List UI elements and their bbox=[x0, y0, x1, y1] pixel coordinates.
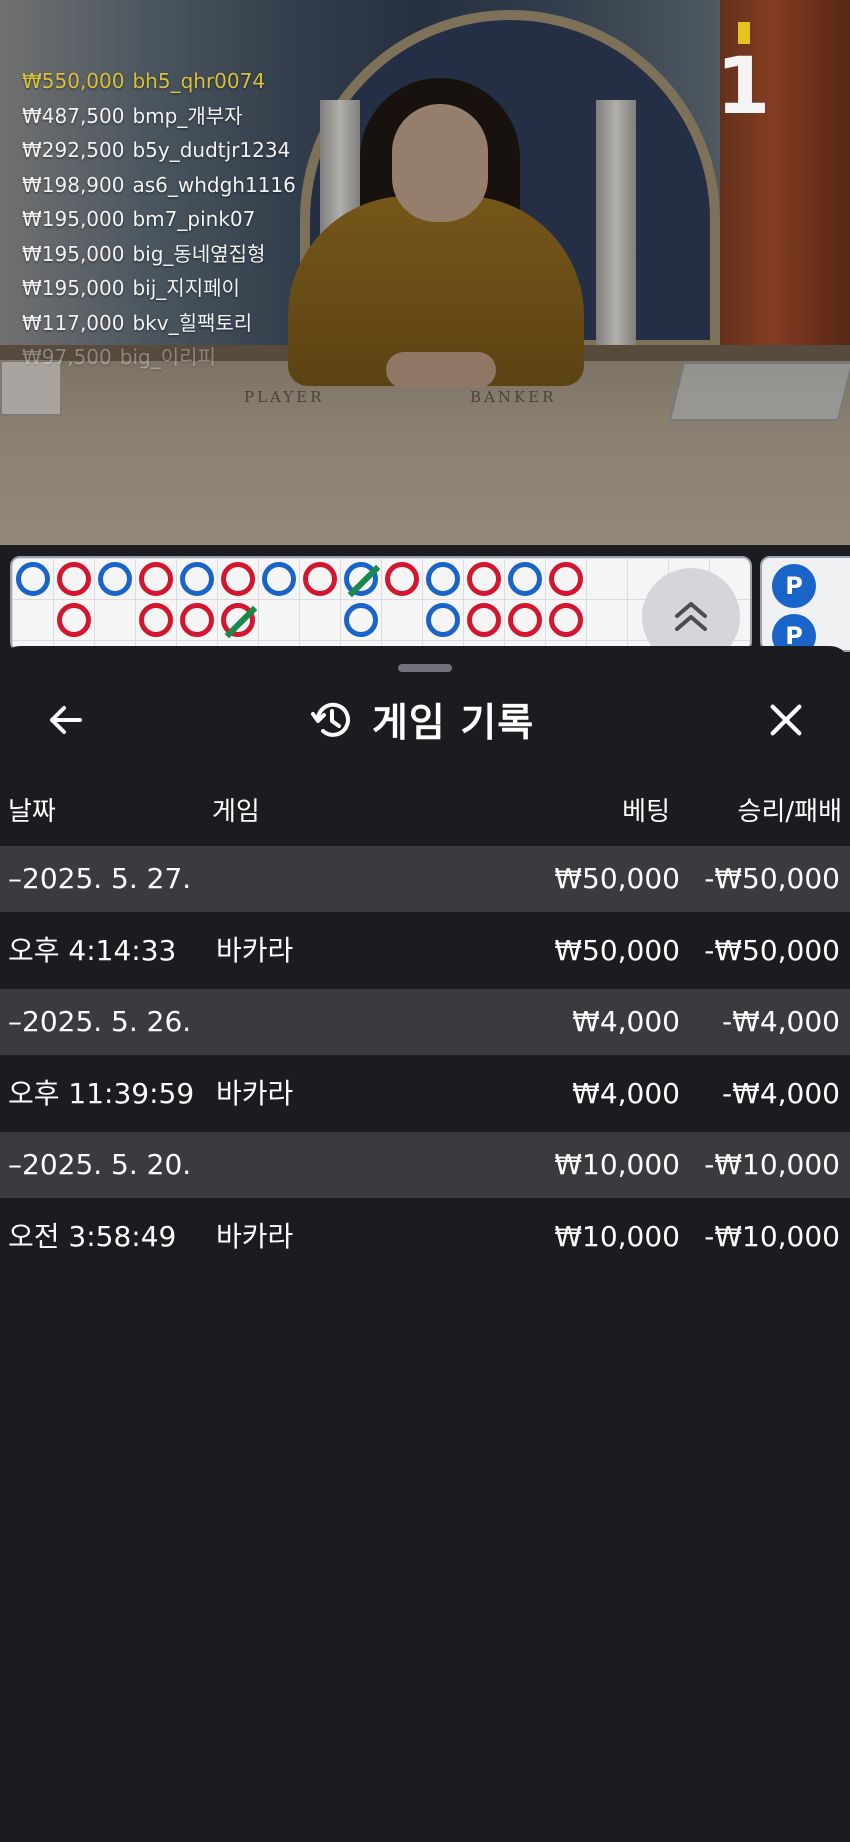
road-cell-banker bbox=[467, 603, 501, 637]
bet-amount: ₩195,000 bbox=[22, 207, 125, 231]
bet-entry: ₩195,000 big_동네옆집형 bbox=[22, 237, 296, 272]
road-cell-banker bbox=[549, 603, 583, 637]
road-cell-player bbox=[16, 562, 50, 596]
row-result: -₩4,000 bbox=[722, 1005, 840, 1038]
row-time: 오후 11:39:59 bbox=[8, 1077, 195, 1110]
road-cell-player bbox=[344, 603, 378, 637]
column-header-date: 날짜 bbox=[8, 797, 56, 827]
road-cell-banker bbox=[139, 603, 173, 637]
row-bet: ₩10,000 bbox=[554, 1220, 680, 1253]
road-cell-banker bbox=[508, 603, 542, 637]
bet-user: b5y_dudtjr1234 bbox=[132, 138, 291, 162]
bet-amount: ₩195,000 bbox=[22, 241, 125, 266]
row-bet: ₩4,000 bbox=[572, 1005, 680, 1038]
bet-user: big_동네옆집형 bbox=[132, 241, 266, 266]
back-button[interactable] bbox=[38, 692, 94, 748]
row-date: –2025. 5. 27. bbox=[8, 862, 192, 895]
bet-entry: ₩198,900 as6_whdgh1116 bbox=[22, 168, 296, 203]
date-group-row[interactable]: –2025. 5. 27. ₩50,000 -₩50,000 bbox=[0, 846, 850, 912]
row-game: 바카라 bbox=[216, 1077, 294, 1110]
bet-user: bh5_qhr0074 bbox=[132, 69, 266, 93]
road-cell-banker bbox=[180, 603, 214, 637]
live-bets-list: ₩550,000 bh5_qhr0074 ₩487,500 bmp_개부자 ₩292… bbox=[22, 64, 296, 375]
road-cell-banker bbox=[221, 603, 255, 637]
road-cell-player bbox=[426, 603, 460, 637]
bet-amount: ₩292,500 bbox=[22, 138, 125, 162]
bet-entry: ₩550,000 bh5_qhr0074 bbox=[22, 64, 296, 99]
live-video-feed: PLAYER BANKER ₩550,000 bh5_qhr0074 ₩487,5… bbox=[0, 0, 850, 545]
date-group-row[interactable]: –2025. 5. 26. ₩4,000 -₩4,000 bbox=[0, 989, 850, 1055]
close-icon bbox=[770, 704, 802, 736]
bet-amount: ₩117,000 bbox=[22, 310, 125, 335]
row-bet: ₩50,000 bbox=[554, 862, 680, 895]
road-cell-banker bbox=[385, 562, 419, 596]
bet-entry: ₩97,500 big_이리피 bbox=[22, 340, 296, 375]
big-road-roadmap[interactable] bbox=[10, 556, 752, 652]
history-entry-row[interactable]: 오후 11:39:59 바카라 ₩4,000 -₩4,000 bbox=[0, 1055, 850, 1132]
bet-amount: ₩195,000 bbox=[22, 276, 125, 300]
bet-amount: ₩198,900 bbox=[22, 172, 125, 197]
row-date: –2025. 5. 26. bbox=[8, 1005, 192, 1038]
row-bet: ₩4,000 bbox=[572, 1077, 680, 1110]
bet-user: bkv_힐팩토리 bbox=[132, 310, 253, 335]
column-header-result: 승리/패배 bbox=[737, 797, 842, 827]
bet-user: bmp_개부자 bbox=[132, 103, 243, 128]
road-cell-player bbox=[426, 562, 460, 596]
bet-entry: ₩195,000 bij_지지페이 bbox=[22, 271, 296, 306]
road-cell-banker bbox=[467, 562, 501, 596]
sheet-drag-handle[interactable] bbox=[398, 664, 452, 672]
row-result: -₩50,000 bbox=[704, 934, 840, 967]
arrow-left-icon bbox=[50, 706, 82, 734]
sheet-header: 게임 기록 bbox=[310, 690, 570, 750]
bead-road[interactable]: P P bbox=[760, 556, 850, 652]
round-number: 1 bbox=[716, 42, 771, 132]
road-cell-banker bbox=[549, 562, 583, 596]
row-bet: ₩50,000 bbox=[554, 934, 680, 967]
road-cell-player bbox=[98, 562, 132, 596]
row-time: 오전 3:58:49 bbox=[8, 1220, 177, 1253]
road-cell-banker bbox=[57, 562, 91, 596]
bet-entry: ₩292,500 b5y_dudtjr1234 bbox=[22, 133, 296, 168]
history-table: –2025. 5. 27. ₩50,000 -₩50,000 오후 4:14:3… bbox=[0, 846, 850, 1275]
road-cell-player bbox=[508, 562, 542, 596]
chevron-double-up-icon bbox=[675, 602, 707, 631]
road-cell-banker bbox=[57, 603, 91, 637]
close-button[interactable] bbox=[758, 692, 814, 748]
history-entry-row[interactable]: 오전 3:58:49 바카라 ₩10,000 -₩10,000 bbox=[0, 1198, 850, 1275]
road-cell-banker bbox=[221, 562, 255, 596]
bet-user: bij_지지페이 bbox=[132, 276, 240, 300]
page-title: 게임 기록 bbox=[372, 701, 535, 746]
round-marker bbox=[738, 22, 750, 44]
bet-entry: ₩487,500 bmp_개부자 bbox=[22, 99, 296, 134]
road-cell-banker bbox=[139, 562, 173, 596]
bet-amount: ₩487,500 bbox=[22, 103, 125, 128]
road-cell-player bbox=[262, 562, 296, 596]
bet-entry: ₩195,000 bm7_pink07 bbox=[22, 202, 296, 237]
bet-entry: ₩117,000 bkv_힐팩토리 bbox=[22, 306, 296, 341]
bet-user: big_이리피 bbox=[119, 345, 216, 369]
row-result: -₩10,000 bbox=[704, 1220, 840, 1253]
row-bet: ₩10,000 bbox=[554, 1148, 680, 1181]
date-group-row[interactable]: –2025. 5. 20. ₩10,000 -₩10,000 bbox=[0, 1132, 850, 1198]
bet-user: as6_whdgh1116 bbox=[132, 172, 296, 197]
row-time: 오후 4:14:33 bbox=[8, 934, 177, 967]
row-game: 바카라 bbox=[216, 934, 294, 967]
game-history-sheet: 게임 기록 날짜 게임 베팅 승리/패배 –2025. 5. 27. ₩50,0… bbox=[0, 646, 850, 1842]
bet-amount: ₩97,500 bbox=[22, 345, 112, 369]
road-cell-player bbox=[344, 562, 378, 596]
road-cell-player bbox=[180, 562, 214, 596]
row-date: –2025. 5. 20. bbox=[8, 1148, 192, 1181]
row-result: -₩10,000 bbox=[704, 1148, 840, 1181]
history-entry-row[interactable]: 오후 4:14:33 바카라 ₩50,000 -₩50,000 bbox=[0, 912, 850, 989]
column-header-game: 게임 bbox=[212, 797, 260, 827]
row-result: -₩50,000 bbox=[704, 862, 840, 895]
row-result: -₩4,000 bbox=[722, 1077, 840, 1110]
history-icon bbox=[311, 702, 350, 737]
column-header-bet: 베팅 bbox=[622, 797, 670, 827]
road-cell-banker bbox=[303, 562, 337, 596]
bead-player: P bbox=[772, 564, 816, 608]
bet-amount: ₩550,000 bbox=[22, 69, 125, 93]
bet-user: bm7_pink07 bbox=[132, 207, 256, 231]
row-game: 바카라 bbox=[216, 1220, 294, 1253]
